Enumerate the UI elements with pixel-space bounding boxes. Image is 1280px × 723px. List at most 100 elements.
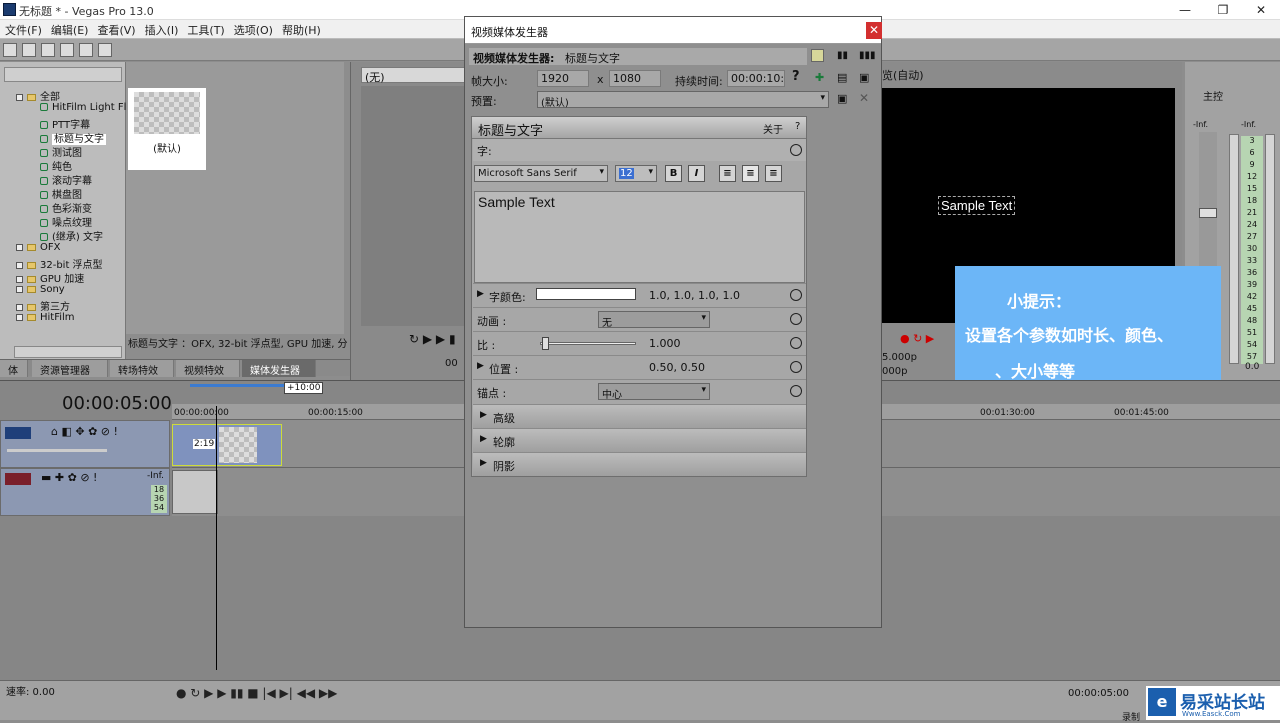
- outline-group[interactable]: ▶ 轮廓: [473, 428, 806, 452]
- tree-item-titles-text[interactable]: 标题与文字: [40, 130, 106, 145]
- master-fader-handle[interactable]: [1199, 208, 1217, 218]
- help-icon[interactable]: ?: [792, 69, 800, 84]
- scale-value[interactable]: 1.000: [649, 337, 681, 350]
- tree-item-hitfilm-light[interactable]: HitFilm Light Fla: [40, 102, 133, 116]
- duration-input[interactable]: 00:00:10:00: [727, 70, 785, 87]
- menu-edit[interactable]: 编辑(E): [46, 20, 93, 38]
- video-track-header[interactable]: ⌂ ◧ ✥ ✿ ⊘ !: [0, 420, 170, 468]
- print-icon[interactable]: ▤: [837, 71, 847, 84]
- menu-options[interactable]: 选项(O): [229, 20, 277, 38]
- expand-arrow-icon[interactable]: ▶: [477, 289, 484, 299]
- audio-track-buttons-icon[interactable]: ▬ ✚ ✿ ⊘ !: [41, 471, 97, 484]
- tab-media-generators[interactable]: 媒体发生器: [242, 360, 316, 377]
- tree-folder-hitfilm[interactable]: HitFilm: [16, 312, 75, 326]
- tree-item-credit-roll[interactable]: 滚动字幕: [40, 172, 92, 187]
- scale-slider-handle[interactable]: [542, 337, 549, 350]
- preset-select[interactable]: (默认): [537, 91, 829, 109]
- layout-triple-icon[interactable]: ▮▮▮: [859, 50, 876, 61]
- panel-help-button[interactable]: ?: [795, 121, 800, 132]
- preview-mode[interactable]: 览(自动): [882, 67, 982, 83]
- align-center-icon[interactable]: ≡: [742, 165, 759, 182]
- undo-icon[interactable]: [79, 43, 93, 57]
- tab-video-fx[interactable]: 视频特效: [176, 360, 240, 377]
- plugin-icon: [40, 191, 48, 199]
- layout-single-icon[interactable]: [811, 49, 824, 62]
- transport-controls-icon[interactable]: ● ↻ ▶ ▶ ▮▮ ■ |◀ ▶| ◀◀ ▶▶: [176, 686, 337, 700]
- keyframe-clock-icon[interactable]: [790, 361, 802, 373]
- delete-preset-icon[interactable]: ✕: [859, 91, 869, 105]
- minimize-button[interactable]: —: [1166, 0, 1204, 20]
- tree-search-input[interactable]: [4, 67, 122, 82]
- keyframe-clock-icon[interactable]: [790, 144, 802, 156]
- dialog-close-button[interactable]: ✕: [866, 22, 882, 39]
- menu-file[interactable]: 文件(F): [0, 20, 46, 38]
- tree-folder-sony[interactable]: Sony: [16, 284, 65, 298]
- animation-select[interactable]: 无: [598, 311, 710, 329]
- expand-arrow-icon[interactable]: ▶: [477, 361, 484, 371]
- tab-explorer[interactable]: 资源管理器: [32, 360, 108, 377]
- tree-item-legacy-text[interactable]: (继承) 文字: [40, 228, 103, 243]
- video-clip[interactable]: 2:19: [172, 424, 282, 466]
- menu-insert[interactable]: 插入(I): [140, 20, 183, 38]
- add-preset-icon[interactable]: ✚: [815, 71, 824, 84]
- tree-folder-thirdparty[interactable]: 第三方: [16, 298, 70, 313]
- text-editor[interactable]: Sample Text: [474, 191, 805, 283]
- anchor-select[interactable]: 中心: [598, 383, 710, 401]
- align-left-icon[interactable]: ≡: [719, 165, 736, 182]
- maximize-button[interactable]: ❐: [1204, 0, 1242, 20]
- text-color-swatch[interactable]: [536, 288, 636, 300]
- frame-width-input[interactable]: 1920: [537, 70, 589, 87]
- tree-folder-32bit[interactable]: 32-bit 浮点型: [16, 256, 103, 271]
- keyframe-clock-icon[interactable]: [790, 313, 802, 325]
- render-icon[interactable]: [60, 43, 74, 57]
- video-track-buttons-icon[interactable]: ⌂ ◧ ✥ ✿ ⊘ !: [51, 425, 118, 438]
- trimmer-transport-icon[interactable]: ↻ ▶ ▶ ▮: [409, 332, 456, 346]
- preview-overlay-text[interactable]: Sample Text: [938, 196, 1016, 215]
- tree-item-noise-texture[interactable]: 噪点纹理: [40, 214, 92, 229]
- preview-controls-icon[interactable]: ● ↻ ▶: [900, 332, 934, 345]
- keyframe-clock-icon[interactable]: [790, 337, 802, 349]
- advanced-group[interactable]: ▶ 高级: [473, 404, 806, 428]
- trimmer-dropdown[interactable]: (无): [361, 67, 465, 84]
- tree-item-checkerboard[interactable]: 棋盘图: [40, 186, 82, 201]
- video-level-slider[interactable]: [7, 449, 107, 452]
- new-project-icon[interactable]: [3, 43, 17, 57]
- about-button[interactable]: 关于: [763, 121, 783, 136]
- open-icon[interactable]: [22, 43, 36, 57]
- tab-partial[interactable]: 体: [0, 360, 28, 377]
- export-icon[interactable]: ▣: [859, 71, 869, 84]
- keyframe-clock-icon[interactable]: [790, 385, 802, 397]
- tab-transitions[interactable]: 转场特效: [110, 360, 174, 377]
- menu-tools[interactable]: 工具(T): [182, 20, 228, 38]
- tree-folder-gpu[interactable]: GPU 加速: [16, 270, 84, 285]
- audio-clip[interactable]: [172, 470, 218, 514]
- font-family-select[interactable]: Microsoft Sans Serif: [474, 165, 608, 182]
- redo-icon[interactable]: [98, 43, 112, 57]
- bold-button[interactable]: B: [665, 165, 682, 182]
- preset-default-thumb[interactable]: (默认): [128, 88, 206, 170]
- tree-item-ptt[interactable]: PTT字幕: [40, 116, 90, 131]
- tree-item-color-gradient[interactable]: 色彩渐变: [40, 200, 92, 215]
- save-icon[interactable]: [41, 43, 55, 57]
- tree-hscrollbar[interactable]: [14, 346, 122, 358]
- keyframe-clock-icon[interactable]: [790, 289, 802, 301]
- menu-help[interactable]: 帮助(H): [277, 20, 325, 38]
- align-right-icon[interactable]: ≡: [765, 165, 782, 182]
- loop-region[interactable]: [190, 384, 284, 387]
- layout-double-icon[interactable]: ▮▮: [837, 50, 848, 61]
- font-size-select[interactable]: 12: [615, 165, 657, 182]
- italic-button[interactable]: I: [688, 165, 705, 182]
- position-value[interactable]: 0.50, 0.50: [649, 361, 705, 374]
- tree-root[interactable]: 全部: [16, 88, 60, 103]
- save-preset-icon[interactable]: ▣: [837, 92, 847, 105]
- shadow-group[interactable]: ▶ 阴影: [473, 452, 806, 476]
- playhead-cursor[interactable]: [216, 406, 217, 670]
- menu-view[interactable]: 查看(V): [92, 20, 139, 38]
- frame-height-input[interactable]: 1080: [609, 70, 661, 87]
- audio-track-header[interactable]: ▬ ✚ ✿ ⊘ ! -Inf. 18 36 54: [0, 468, 170, 516]
- tree-item-test-pattern[interactable]: 测试图: [40, 144, 82, 159]
- scale-slider[interactable]: [540, 342, 636, 345]
- tree-folder-ofx[interactable]: OFX: [16, 242, 60, 256]
- tree-item-solid-color[interactable]: 纯色: [40, 158, 72, 173]
- close-window-button[interactable]: ✕: [1242, 0, 1280, 20]
